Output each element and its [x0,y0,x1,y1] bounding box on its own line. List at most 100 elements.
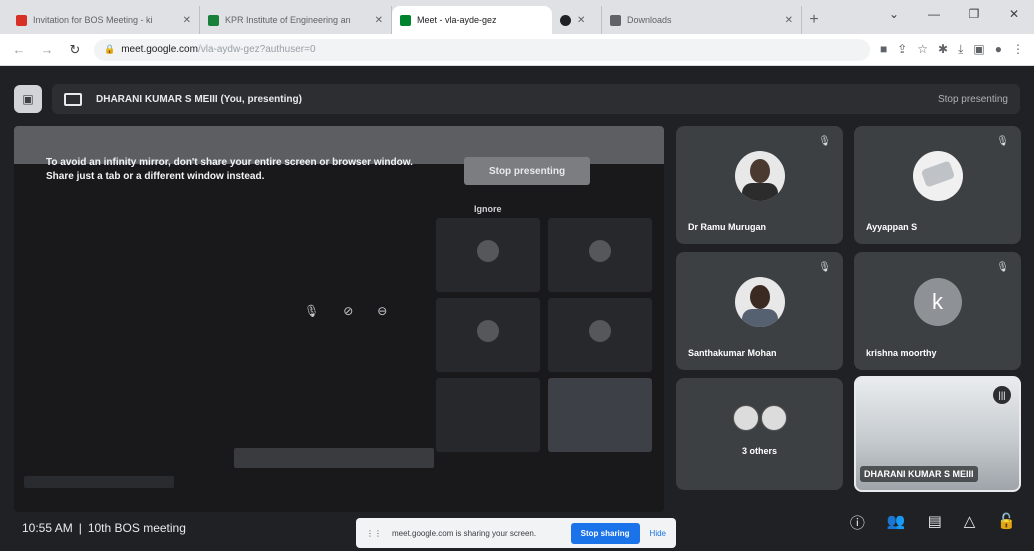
participant-tile-others[interactable]: 3 others [676,378,843,490]
side-panel-icon[interactable]: ▣ [973,42,984,57]
ignore-button[interactable]: Ignore [474,204,502,214]
participant-avatar [912,150,963,201]
mirror-avatar-icon [589,320,611,343]
browser-tab-recording[interactable]: ✕ [552,6,602,34]
presenter-label: DHARANI KUMAR S MEIII (You, presenting) [96,93,302,105]
close-tab-icon[interactable]: ✕ [577,15,585,26]
presentation-strip: ▣ DHARANI KUMAR S MEIII (You, presenting… [14,84,1020,114]
participant-avatar [734,276,785,327]
browser-tab-meet[interactable]: Meet - vla-ayde-gez [392,6,552,34]
participant-avatar [734,150,785,201]
close-tab-icon[interactable]: ✕ [375,15,383,26]
address-bar[interactable]: 🔒 meet.google.com/vla-aydw-gez?authuser=… [94,38,870,61]
tab-title: KPR Institute of Engineering an [225,15,351,25]
minimize-window-button[interactable]: — [914,0,954,28]
participant-tile[interactable]: 🎙 Ayyappan S [854,126,1021,244]
back-icon[interactable]: ← [10,42,28,57]
mirror-mic-icon: 🎙 [304,304,320,318]
meeting-side-controls: ⓘ 👥 ▤ △ 🔓 [850,512,1016,533]
mic-muted-icon: 🎙 [818,136,831,147]
share-notice-text: meet.google.com is sharing your screen. [392,528,537,538]
meet-favicon-icon [400,14,411,26]
meeting-clock: 10:55 AM [22,520,73,535]
participant-name: Dr Ramu Murugan [688,222,767,232]
meeting-info-separator: | [78,520,82,535]
download-favicon-icon [610,14,621,26]
mirror-footer [24,476,174,488]
profile-avatar-icon[interactable]: ● [995,42,1002,57]
meeting-info: 10:55 AM | 10th BOS meeting [22,521,186,535]
download-icon[interactable]: ⤓ [958,42,963,57]
participant-name: Santhakumar Mohan [688,348,777,358]
infinity-mirror-warning: To avoid an infinity mirror, don't share… [46,157,413,182]
participant-letter-avatar: k [913,277,962,326]
window-controls: ⌄ — ❐ ✕ [874,0,1034,28]
url-host: meet.google.com [121,44,198,55]
extensions-puzzle-icon[interactable]: ✱ [938,42,948,57]
url-path: /vla-aydw-gez?authuser=0 [197,44,316,55]
present-screen-icon [64,92,82,106]
speaking-indicator-icon: ||| [993,386,1011,404]
participant-tile[interactable]: 🎙 Santhakumar Mohan [676,252,843,370]
mirror-camera-off-icon: ⊘ [343,304,354,318]
lock-icon: 🔒 [104,44,116,54]
stop-presenting-link[interactable]: Stop presenting [938,94,1008,105]
mirror-avatar-icon [477,320,499,343]
participant-tile[interactable]: 🎙 Dr Ramu Murugan [676,126,843,244]
browser-tab-gmail[interactable]: Invitation for BOS Meeting - ki ✕ [8,6,200,34]
browser-toolbar: ← → ↻ 🔒 meet.google.com/vla-aydw-gez?aut… [0,34,1034,66]
mirror-avatar-icon [589,240,611,263]
stop-presenting-button[interactable]: Stop presenting [464,157,590,185]
close-tab-icon[interactable]: ✕ [785,15,793,26]
meeting-details-icon[interactable]: ⓘ [850,512,865,533]
maximize-window-button[interactable]: ❐ [954,0,994,28]
tab-title: Meet - vla-ayde-gez [417,15,497,25]
new-tab-button[interactable]: + [802,6,826,34]
mirror-tile [436,378,540,452]
meeting-title: 10th BOS meeting [87,520,186,535]
share-grip-icon[interactable]: ⋮⋮ [366,529,382,538]
forward-icon[interactable]: → [38,42,56,57]
participant-name: DHARANI KUMAR S MEIII [860,466,978,482]
participant-tile[interactable]: 🎙 k krishna moorthy [854,252,1021,370]
mirror-more-icon: ⊖ [377,304,388,318]
host-controls-lock-icon[interactable]: 🔓 [997,512,1016,533]
reload-icon[interactable]: ↻ [66,42,84,58]
hide-share-notice-button[interactable]: Hide [650,529,666,538]
chat-icon[interactable]: ▤ [928,512,942,533]
share-icon[interactable]: ⇪ [897,42,907,57]
sheets-favicon-icon [208,14,219,26]
tab-title: Downloads [627,15,672,25]
close-tab-icon[interactable]: ✕ [183,15,191,26]
activities-icon[interactable]: △ [964,512,976,533]
recording-dot-icon [560,14,571,26]
camera-indicator-icon[interactable]: ■ [880,42,887,57]
collapse-presentation-button[interactable]: ▣ [14,85,42,113]
mic-muted-icon: 🎙 [818,262,831,273]
mirror-tile [548,218,652,292]
self-video-tile[interactable]: ||| DHARANI KUMAR S MEIII [854,376,1021,492]
bookmark-star-icon[interactable]: ☆ [917,42,928,57]
gmail-favicon-icon [16,14,27,26]
close-window-button[interactable]: ✕ [994,0,1034,28]
mirror-notice-bar [234,448,434,468]
extensions-area: ■ ⇪ ☆ ✱ ⤓ ▣ ● ⋮ [880,42,1024,57]
presenting-bar: DHARANI KUMAR S MEIII (You, presenting) … [52,84,1020,114]
mirror-tile [436,218,540,292]
stop-sharing-button[interactable]: Stop sharing [570,522,640,544]
mirror-tile [436,298,540,372]
people-icon[interactable]: 👥 [887,512,906,533]
tab-search-icon[interactable]: ⌄ [874,0,914,28]
others-avatars [732,405,787,432]
browser-tab-kpr[interactable]: KPR Institute of Engineering an ✕ [200,6,392,34]
browser-tab-strip: Invitation for BOS Meeting - ki ✕ KPR In… [0,0,1034,34]
mirror-avatar-icon [477,240,499,263]
participant-name: 3 others [741,446,778,456]
browser-tab-downloads[interactable]: Downloads ✕ [602,6,802,34]
mirror-tile [548,298,652,372]
participant-name: Ayyappan S [866,222,918,232]
mirror-controls: 🎙 ⊘ ⊖ [304,304,387,318]
kebab-menu-icon[interactable]: ⋮ [1012,42,1024,57]
screen-share-notice: ⋮⋮ meet.google.com is sharing your scree… [356,518,676,548]
meet-window: ▣ DHARANI KUMAR S MEIII (You, presenting… [0,66,1034,551]
